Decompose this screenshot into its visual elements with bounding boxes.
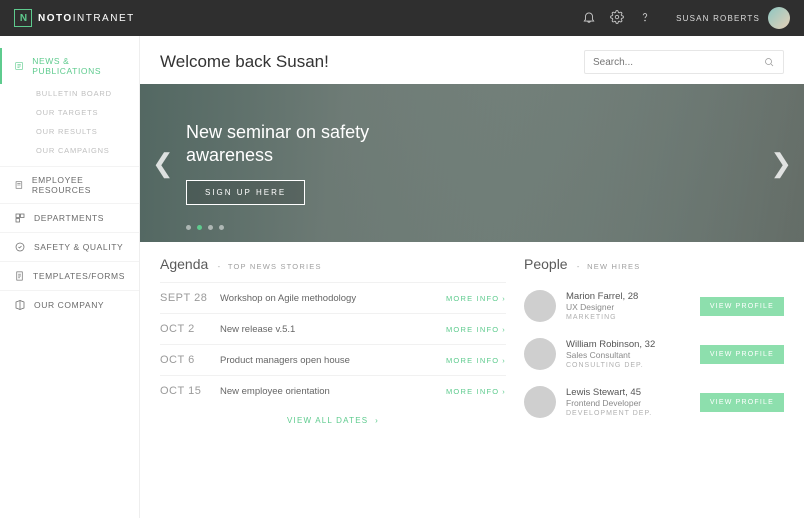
- agenda-subtitle: - TOP NEWS STORIES: [214, 262, 321, 271]
- person-item: William Robinson, 32 Sales Consultant CO…: [524, 330, 784, 378]
- sidebar-item-news[interactable]: NEWS & PUBLICATIONS: [0, 48, 139, 84]
- brand-logo[interactable]: N NOTOINTRANET: [14, 9, 135, 27]
- agenda-item-title: New release v.5.1: [220, 324, 446, 335]
- more-info-link[interactable]: MORE INFO ›: [446, 387, 506, 396]
- view-profile-button[interactable]: VIEW PROFILE: [700, 393, 784, 412]
- agenda-date: SEPT 28: [160, 292, 220, 304]
- person-role: Frontend Developer: [566, 398, 700, 408]
- people-section: People - NEW HIRES Marion Farrel, 28 UX …: [524, 256, 784, 508]
- agenda-item: OCT 15 New employee orientation MORE INF…: [160, 375, 506, 406]
- brand-name-bold: NOTO: [38, 13, 73, 24]
- sidebar-item-label: EMPLOYEE RESOURCES: [32, 175, 125, 195]
- chevron-right-icon: ›: [502, 325, 506, 334]
- agenda-item: OCT 6 Product managers open house MORE I…: [160, 344, 506, 375]
- hero-title: New seminar on safety awareness: [186, 121, 416, 166]
- topbar: N NOTOINTRANET SUSAN ROBERTS: [0, 0, 804, 36]
- agenda-item-title: Workshop on Agile methodology: [220, 293, 446, 304]
- sidebar-item-company[interactable]: OUR COMPANY: [0, 291, 139, 319]
- help-icon[interactable]: [638, 10, 652, 27]
- sidebar-sub-results[interactable]: OUR RESULTS: [36, 122, 139, 141]
- page-title: Welcome back Susan!: [160, 52, 329, 72]
- departments-icon: [14, 212, 26, 224]
- safety-icon: [14, 241, 26, 253]
- view-profile-button[interactable]: VIEW PROFILE: [700, 297, 784, 316]
- brand-name-light: INTRANET: [73, 13, 135, 24]
- search-icon: [763, 56, 775, 68]
- sidebar-item-employee-resources[interactable]: EMPLOYEE RESOURCES: [0, 167, 139, 203]
- templates-icon: [14, 270, 25, 282]
- person-item: Marion Farrel, 28 UX Designer MARKETING …: [524, 282, 784, 330]
- people-title: People: [524, 256, 568, 272]
- person-role: Sales Consultant: [566, 350, 700, 360]
- agenda-section: Agenda - TOP NEWS STORIES SEPT 28 Worksh…: [160, 256, 506, 508]
- resources-icon: [14, 179, 24, 191]
- sidebar-item-label: TEMPLATES/FORMS: [33, 271, 125, 281]
- chevron-right-icon: ›: [502, 356, 506, 365]
- logo-mark-icon: N: [14, 9, 32, 27]
- sidebar-sub-campaigns[interactable]: OUR CAMPAIGNS: [36, 141, 139, 160]
- sidebar-item-label: DEPARTMENTS: [34, 213, 104, 223]
- hero-dot[interactable]: [208, 225, 213, 230]
- chevron-right-icon: ›: [502, 387, 506, 396]
- hero-dot[interactable]: [197, 225, 202, 230]
- hero-prev-button[interactable]: ❮: [152, 150, 174, 176]
- person-department: DEVELOPMENT DEP.: [566, 410, 700, 417]
- person-department: MARKETING: [566, 314, 700, 321]
- person-name: William Robinson, 32: [566, 339, 700, 350]
- gear-icon[interactable]: [610, 10, 624, 27]
- agenda-title: Agenda: [160, 256, 208, 272]
- hero-dots: [186, 225, 224, 230]
- topbar-user-name[interactable]: SUSAN ROBERTS: [676, 14, 760, 23]
- person-role: UX Designer: [566, 302, 700, 312]
- agenda-item: SEPT 28 Workshop on Agile methodology MO…: [160, 282, 506, 313]
- view-all-dates-link[interactable]: VIEW ALL DATES ›: [160, 406, 506, 425]
- more-info-link[interactable]: MORE INFO ›: [446, 325, 506, 334]
- agenda-date: OCT 6: [160, 354, 220, 366]
- sidebar-item-templates[interactable]: TEMPLATES/FORMS: [0, 262, 139, 290]
- agenda-item-title: Product managers open house: [220, 355, 446, 366]
- sidebar-item-departments[interactable]: DEPARTMENTS: [0, 204, 139, 232]
- more-info-link[interactable]: MORE INFO ›: [446, 356, 506, 365]
- bell-icon[interactable]: [582, 10, 596, 27]
- company-icon: [14, 299, 26, 311]
- sidebar-item-label: SAFETY & QUALITY: [34, 242, 123, 252]
- sidebar: NEWS & PUBLICATIONS BULLETIN BOARD OUR T…: [0, 36, 140, 518]
- avatar[interactable]: [768, 7, 790, 29]
- search-input[interactable]: [593, 57, 763, 68]
- hero-dot[interactable]: [186, 225, 191, 230]
- sidebar-sub-bulletin[interactable]: BULLETIN BOARD: [36, 84, 139, 103]
- view-profile-button[interactable]: VIEW PROFILE: [700, 345, 784, 364]
- hero-banner: ❮ New seminar on safety awareness SIGN U…: [140, 84, 804, 242]
- person-department: CONSULTING DEP.: [566, 362, 700, 369]
- hero-cta-button[interactable]: SIGN UP HERE: [186, 180, 305, 205]
- avatar: [524, 338, 556, 370]
- brand-name: NOTOINTRANET: [38, 13, 135, 24]
- agenda-date: OCT 15: [160, 385, 220, 397]
- search-input-wrap[interactable]: [584, 50, 784, 74]
- hero-next-button[interactable]: ❯: [770, 150, 792, 176]
- sidebar-sub-targets[interactable]: OUR TARGETS: [36, 103, 139, 122]
- agenda-date: OCT 2: [160, 323, 220, 335]
- hero-dot[interactable]: [219, 225, 224, 230]
- people-subtitle: - NEW HIRES: [574, 262, 641, 271]
- avatar: [524, 290, 556, 322]
- person-item: Lewis Stewart, 45 Frontend Developer DEV…: [524, 378, 784, 426]
- person-name: Lewis Stewart, 45: [566, 387, 700, 398]
- more-info-link[interactable]: MORE INFO ›: [446, 294, 506, 303]
- sidebar-item-label: NEWS & PUBLICATIONS: [32, 56, 125, 76]
- chevron-right-icon: ›: [502, 294, 506, 303]
- agenda-item-title: New employee orientation: [220, 386, 446, 397]
- person-name: Marion Farrel, 28: [566, 291, 700, 302]
- avatar: [524, 386, 556, 418]
- news-icon: [14, 60, 24, 72]
- sidebar-item-safety[interactable]: SAFETY & QUALITY: [0, 233, 139, 261]
- agenda-item: OCT 2 New release v.5.1 MORE INFO ›: [160, 313, 506, 344]
- sidebar-item-label: OUR COMPANY: [34, 300, 104, 310]
